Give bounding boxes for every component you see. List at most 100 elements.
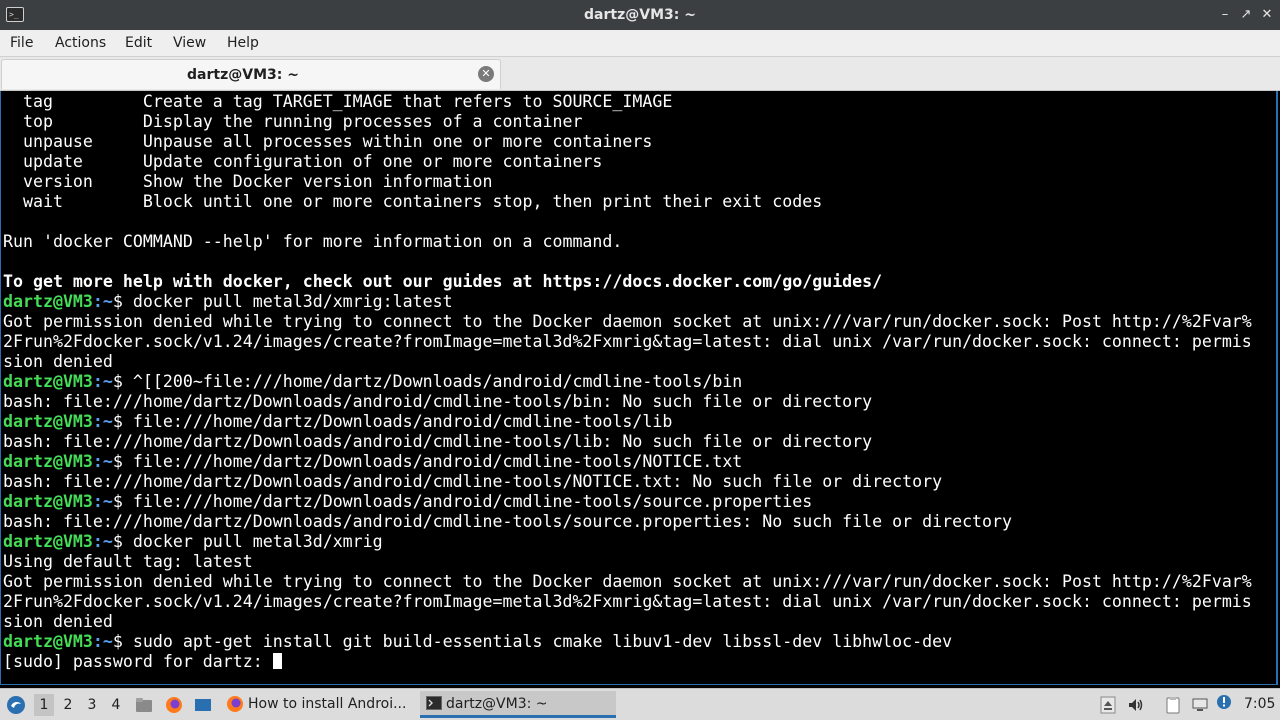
line-text: wait Block until one or more containers … bbox=[3, 192, 823, 211]
line-text: version Show the Docker version informat… bbox=[3, 172, 493, 191]
task-browser[interactable]: How to install Androi... bbox=[222, 691, 412, 718]
task-terminal[interactable]: dartz@VM3: ~ bbox=[420, 691, 616, 718]
terminal-line: sion denied bbox=[3, 352, 1252, 372]
line-text: tag Create a tag TARGET_IMAGE that refer… bbox=[3, 92, 673, 111]
line-text: bash: file:///home/dartz/Downloads/andro… bbox=[3, 512, 1013, 531]
file-manager-icon[interactable] bbox=[135, 696, 153, 714]
terminal-line: bash: file:///home/dartz/Downloads/andro… bbox=[3, 512, 1252, 532]
line-text: sion denied bbox=[3, 612, 113, 631]
show-desktop-icon[interactable] bbox=[194, 696, 212, 714]
line-text: unpause Unpause all processes within one… bbox=[3, 132, 653, 151]
terminal-lines: tag Create a tag TARGET_IMAGE that refer… bbox=[3, 92, 1252, 672]
tab-label: dartz@VM3: ~ bbox=[187, 67, 299, 83]
restore-icon[interactable]: ↗ bbox=[1237, 6, 1255, 24]
eject-icon[interactable] bbox=[1099, 696, 1117, 714]
terminal-line: [sudo] password for dartz: bbox=[3, 652, 1252, 672]
line-text: $ file:///home/dartz/Downloads/android/c… bbox=[112, 452, 743, 471]
terminal-line: version Show the Docker version informat… bbox=[3, 172, 1252, 192]
prompt-path: :~ bbox=[92, 292, 113, 311]
menu-help[interactable]: Help bbox=[227, 30, 259, 56]
workspace-2[interactable]: 2 bbox=[58, 694, 78, 716]
workspace-4[interactable]: 4 bbox=[106, 694, 126, 716]
clock[interactable]: 7:05 bbox=[1244, 689, 1275, 720]
minimize-icon[interactable]: – bbox=[1216, 6, 1234, 24]
workspace-3[interactable]: 3 bbox=[82, 694, 102, 716]
line-text: Using default tag: latest bbox=[3, 552, 253, 571]
terminal-line: 2Frun%2Fdocker.sock/v1.24/images/create?… bbox=[3, 592, 1252, 612]
tab-terminal[interactable]: dartz@VM3: ~ ✕ bbox=[1, 59, 501, 89]
line-text: Run 'docker COMMAND --help' for more inf… bbox=[3, 232, 623, 251]
window-titlebar[interactable]: >_ dartz@VM3: ~ – ↗ ✕ bbox=[0, 0, 1280, 30]
terminal-line: tag Create a tag TARGET_IMAGE that refer… bbox=[3, 92, 1252, 112]
prompt-path: :~ bbox=[92, 532, 113, 551]
terminal-prompt-line: dartz@VM3:~$ ^[[200~file:///home/dartz/D… bbox=[3, 372, 1252, 392]
tab-bar: dartz@VM3: ~ ✕ bbox=[0, 57, 1280, 91]
line-text: 2Frun%2Fdocker.sock/v1.24/images/create?… bbox=[3, 592, 1252, 611]
prompt-path: :~ bbox=[92, 372, 113, 391]
line-text: bash: file:///home/dartz/Downloads/andro… bbox=[3, 472, 943, 491]
menu-bar: File Actions Edit View Help bbox=[0, 30, 1280, 57]
terminal-line: Got permission denied while trying to co… bbox=[3, 312, 1252, 332]
terminal-line: bash: file:///home/dartz/Downloads/andro… bbox=[3, 472, 1252, 492]
prompt-user: dartz@VM3 bbox=[3, 412, 93, 431]
close-tab-icon[interactable]: ✕ bbox=[478, 66, 494, 82]
menu-view[interactable]: View bbox=[173, 30, 206, 56]
terminal-line: To get more help with docker, check out … bbox=[3, 272, 1252, 292]
prompt-user: dartz@VM3 bbox=[3, 292, 93, 311]
terminal-line: bash: file:///home/dartz/Downloads/andro… bbox=[3, 392, 1252, 412]
terminal-prompt-line: dartz@VM3:~$ docker pull metal3d/xmrig:l… bbox=[3, 292, 1252, 312]
window-title: dartz@VM3: ~ bbox=[584, 7, 696, 23]
terminal-line: 2Frun%2Fdocker.sock/v1.24/images/create?… bbox=[3, 332, 1252, 352]
line-text: bash: file:///home/dartz/Downloads/andro… bbox=[3, 432, 873, 451]
prompt-path: :~ bbox=[92, 632, 113, 651]
terminal-line: update Update configuration of one or mo… bbox=[3, 152, 1252, 172]
terminal-prompt-line: dartz@VM3:~$ sudo apt-get install git bu… bbox=[3, 632, 1252, 652]
prompt-user: dartz@VM3 bbox=[3, 372, 93, 391]
terminal-line: top Display the running processes of a c… bbox=[3, 112, 1252, 132]
text-cursor bbox=[272, 653, 282, 669]
menu-edit[interactable]: Edit bbox=[125, 30, 152, 56]
line-text: bash: file:///home/dartz/Downloads/andro… bbox=[3, 392, 873, 411]
line-text: $ sudo apt-get install git build-essenti… bbox=[112, 632, 953, 651]
line-text: $ ^[[200~file:///home/dartz/Downloads/an… bbox=[112, 372, 743, 391]
prompt-path: :~ bbox=[92, 452, 113, 471]
workspace-1[interactable]: 1 bbox=[34, 694, 54, 716]
terminal-line: Run 'docker COMMAND --help' for more inf… bbox=[3, 232, 1252, 252]
terminal-output[interactable]: tag Create a tag TARGET_IMAGE that refer… bbox=[0, 91, 1278, 685]
taskbar: 1 2 3 4 How to install Androi... dartz@V… bbox=[0, 688, 1280, 720]
terminal-line: unpause Unpause all processes within one… bbox=[3, 132, 1252, 152]
line-text: $ file:///home/dartz/Downloads/android/c… bbox=[112, 492, 813, 511]
terminal-icon bbox=[426, 696, 442, 710]
close-window-icon[interactable]: ✕ bbox=[1258, 6, 1276, 24]
terminal-prompt-line: dartz@VM3:~$ file:///home/dartz/Download… bbox=[3, 492, 1252, 512]
menu-file[interactable]: File bbox=[10, 30, 33, 56]
line-text: [sudo] password for dartz: bbox=[3, 652, 273, 671]
terminal-line: Got permission denied while trying to co… bbox=[3, 572, 1252, 592]
firefox-icon bbox=[227, 696, 243, 712]
clipboard-icon[interactable] bbox=[1164, 696, 1182, 714]
line-text: 2Frun%2Fdocker.sock/v1.24/images/create?… bbox=[3, 332, 1252, 351]
terminal-line: bash: file:///home/dartz/Downloads/andro… bbox=[3, 432, 1252, 452]
network-icon[interactable] bbox=[1191, 696, 1209, 714]
task-browser-label: How to install Androi... bbox=[248, 696, 407, 712]
prompt-user: dartz@VM3 bbox=[3, 492, 93, 511]
menu-actions[interactable]: Actions bbox=[55, 30, 106, 56]
line-text: sion denied bbox=[3, 352, 113, 371]
line-text: $ docker pull metal3d/xmrig bbox=[112, 532, 383, 551]
terminal-line: Using default tag: latest bbox=[3, 552, 1252, 572]
line-text: To get more help with docker, check out … bbox=[3, 272, 883, 291]
prompt-user: dartz@VM3 bbox=[3, 532, 93, 551]
volume-icon[interactable] bbox=[1127, 696, 1145, 714]
terminal-prompt-line: dartz@VM3:~$ docker pull metal3d/xmrig bbox=[3, 532, 1252, 552]
firefox-icon[interactable] bbox=[165, 696, 183, 714]
terminal-line: wait Block until one or more containers … bbox=[3, 192, 1252, 212]
line-text: $ file:///home/dartz/Downloads/android/c… bbox=[112, 412, 673, 431]
terminal-prompt-line: dartz@VM3:~$ file:///home/dartz/Download… bbox=[3, 412, 1252, 432]
start-menu-icon[interactable] bbox=[6, 695, 26, 715]
line-text: Got permission denied while trying to co… bbox=[3, 572, 1252, 591]
terminal-line: sion denied bbox=[3, 612, 1252, 632]
prompt-path: :~ bbox=[92, 412, 113, 431]
update-notification-icon[interactable] bbox=[1215, 693, 1233, 711]
